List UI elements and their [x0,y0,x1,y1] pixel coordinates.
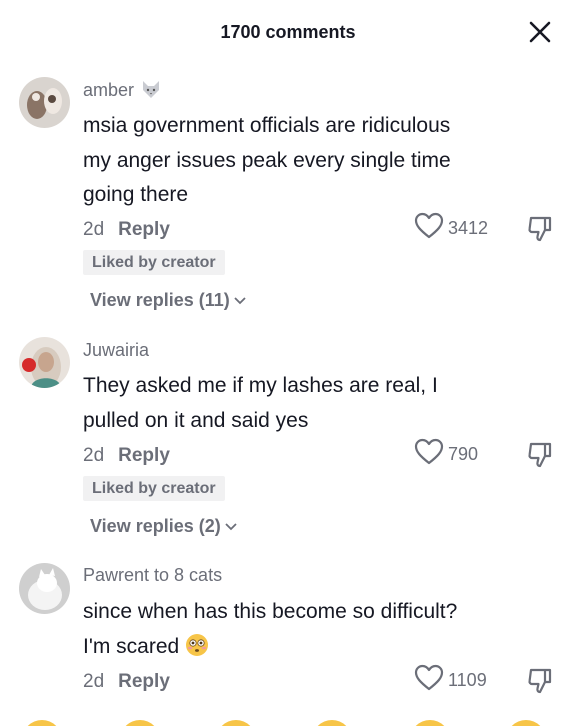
view-replies-button[interactable]: View replies (2) [90,516,237,537]
comment-text-line: pulled on it and said yes [83,408,309,432]
like-button[interactable]: 1109 [414,664,487,696]
heart-outline-icon [414,212,444,244]
like-button[interactable]: 790 [414,438,479,470]
view-replies-button[interactable]: View replies (11) [90,290,246,311]
emoji-icon[interactable] [216,720,256,726]
chevron-down-icon [234,297,246,305]
chevron-down-icon [225,523,237,531]
emoji-icon[interactable] [506,720,546,726]
comment-meta: 2d Reply [83,671,170,693]
comment-text: msia government officials are ridiculous… [83,109,513,213]
flushed-face-emoji-icon [185,633,209,669]
reply-button[interactable]: Reply [118,445,170,466]
like-button[interactable]: 3412 [414,212,489,244]
comment-text-line: I'm scared [83,630,513,669]
heart-outline-icon [414,664,444,696]
comment-username[interactable]: Juwairia [83,340,149,361]
view-replies-label: View replies (2) [90,516,221,536]
comment-meta: 2d Reply [83,219,170,241]
liked-by-creator-badge: Liked by creator [83,476,225,501]
comments-header: 1700 comments [0,0,576,64]
comment-age: 2d [83,219,105,240]
view-replies-label: View replies (11) [90,290,230,310]
thumbs-down-icon[interactable] [526,667,554,695]
like-count: 790 [448,443,479,464]
comment-text: They asked me if my lashes are real, I p… [83,369,513,438]
comment-meta: 2d Reply [83,445,170,467]
comment-text-line: my anger issues peak every single time [83,148,451,172]
wolf-emoji-icon [140,79,162,104]
avatar[interactable] [19,77,70,128]
heart-outline-icon [414,438,444,470]
close-icon[interactable] [528,20,552,44]
emoji-icon[interactable] [22,720,62,726]
avatar[interactable] [19,563,70,614]
emoji-icon[interactable] [120,720,160,726]
liked-by-creator-badge: Liked by creator [83,250,225,275]
thumbs-down-icon[interactable] [526,441,554,469]
username-text: amber [83,80,135,100]
comment-username[interactable]: Pawrent to 8 cats [83,565,222,586]
comment-age: 2d [83,671,105,692]
comment-age: 2d [83,445,105,466]
emoji-icon[interactable] [312,720,352,726]
like-count: 1109 [448,669,487,690]
comment-text-line: msia government officials are ridiculous [83,114,451,137]
comment-username[interactable]: amber [83,79,162,104]
emoji-icon[interactable] [410,720,450,726]
comment-text-fragment: I'm scared [83,634,180,658]
like-count: 3412 [448,217,489,238]
reply-button[interactable]: Reply [118,671,170,692]
comment-text: since when has this become so difficult?… [83,595,513,668]
avatar[interactable] [19,337,70,388]
emoji-quick-bar [0,712,576,726]
comment-text-line: They asked me if my lashes are real, I [83,374,438,397]
thumbs-down-icon[interactable] [526,215,554,243]
comment-text-line: since when has this become so difficult? [83,600,458,623]
reply-button[interactable]: Reply [118,219,170,240]
comments-count-title: 1700 comments [220,22,356,42]
comment-text-line: going there [83,183,189,206]
